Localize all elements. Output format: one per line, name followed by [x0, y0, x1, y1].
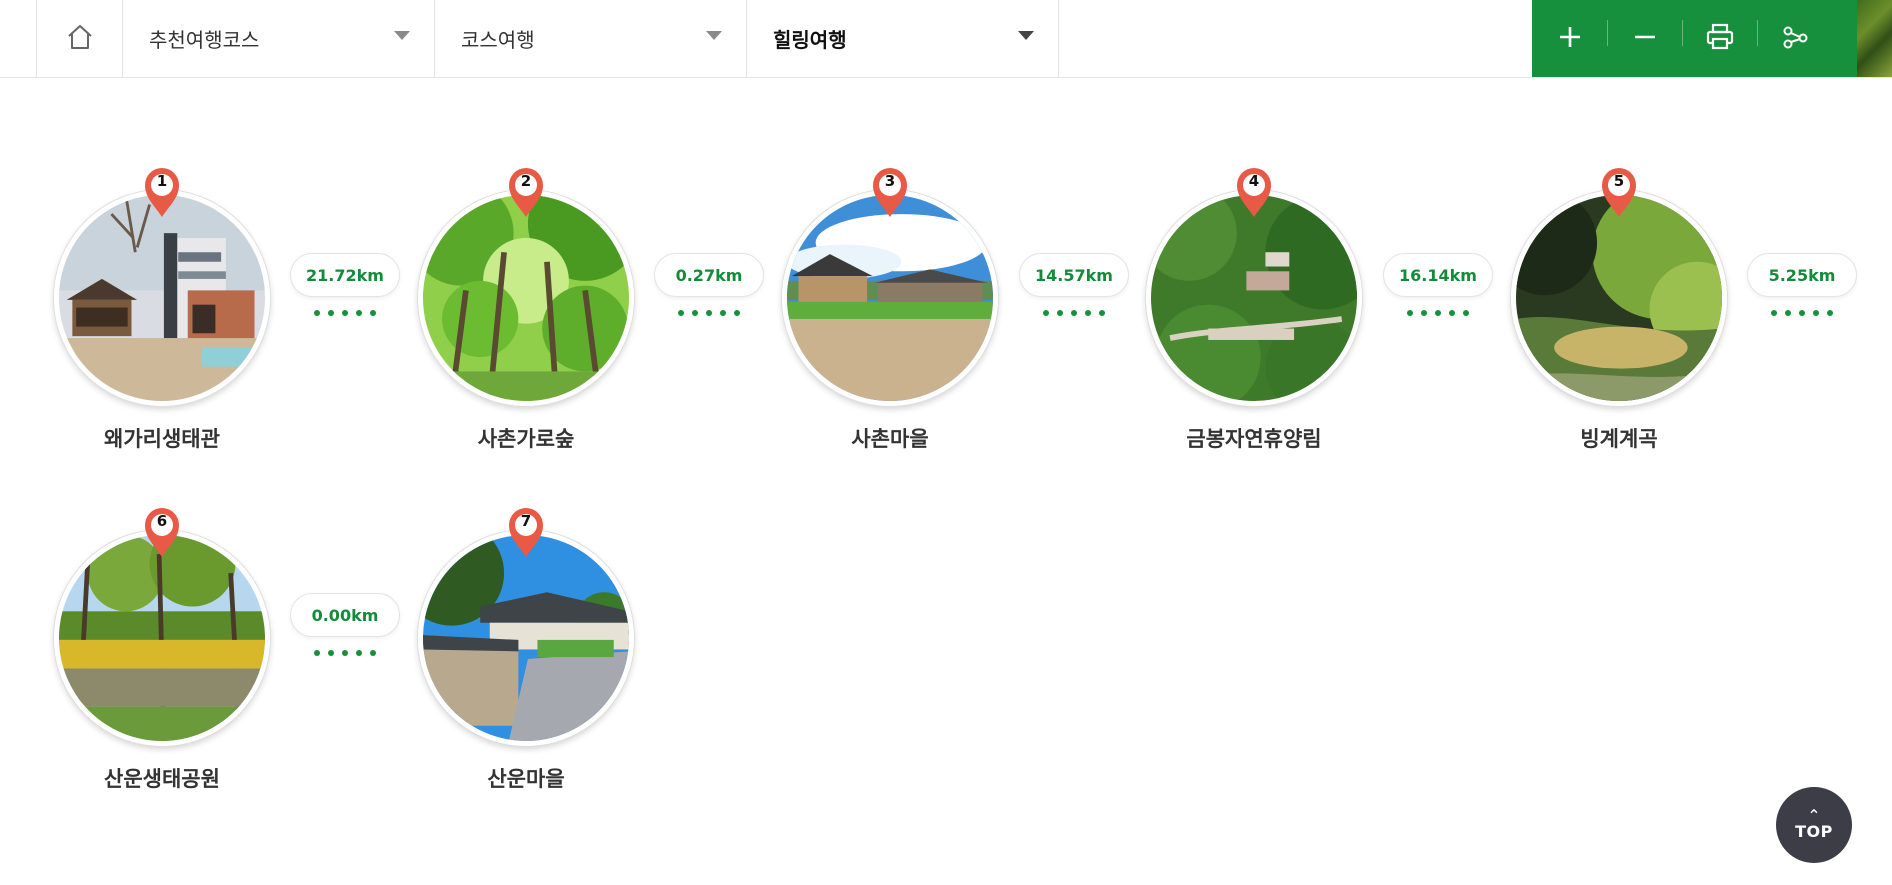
connector-dots: [1019, 310, 1129, 316]
distance-label: 0.00km: [290, 593, 400, 637]
spot-name[interactable]: 사촌가로숲: [406, 423, 646, 453]
marker-pin-icon: 2: [507, 166, 545, 218]
theme-dropdown[interactable]: 힐링여행: [747, 0, 1059, 77]
home-icon: [65, 22, 95, 56]
connector-dots: [1747, 310, 1857, 316]
distance-connector: 16.14km: [1383, 253, 1493, 316]
distance-connector: 21.72km: [290, 253, 400, 316]
distance-label: 0.27km: [654, 253, 764, 297]
category-dropdown[interactable]: 추천여행코스: [123, 0, 435, 77]
spot-number: 4: [1248, 172, 1260, 190]
spot-name[interactable]: 금봉자연휴양림: [1134, 423, 1374, 453]
spot-photo[interactable]: [54, 190, 270, 406]
marker-pin-icon: 6: [143, 506, 181, 558]
marker-pin-icon: 1: [143, 166, 181, 218]
zoom-out-button[interactable]: [1607, 0, 1682, 77]
chevron-down-icon: [1018, 31, 1034, 40]
connector-dots: [290, 650, 400, 656]
course-type-dropdown-label: 코스여행: [461, 28, 535, 52]
distance-connector: 0.27km: [654, 253, 764, 316]
connector-dots: [290, 310, 400, 316]
spot-name[interactable]: 왜가리생태관: [42, 423, 282, 453]
distance-label: 14.57km: [1019, 253, 1129, 297]
spot-photo[interactable]: [418, 530, 634, 746]
minus-icon: [1632, 24, 1658, 54]
zoom-in-button[interactable]: [1532, 0, 1607, 77]
connector-dots: [1383, 310, 1493, 316]
spot-photo[interactable]: [418, 190, 634, 406]
marker-pin-icon: 5: [1600, 166, 1638, 218]
spot-photo[interactable]: [1146, 190, 1362, 406]
chevron-down-icon: [394, 31, 410, 40]
course-type-dropdown[interactable]: 코스여행: [435, 0, 747, 77]
spot-name[interactable]: 빙계계곡: [1499, 423, 1739, 453]
decorative-photo-strip: [1857, 0, 1892, 77]
marker-pin-icon: 4: [1235, 166, 1273, 218]
distance-connector: 14.57km: [1019, 253, 1129, 316]
top-navigation-bar: 추천여행코스 코스여행 힐링여행: [0, 0, 1892, 78]
print-button[interactable]: [1682, 0, 1757, 77]
scroll-to-top-button[interactable]: ⌃ TOP: [1776, 787, 1852, 863]
connector-dots: [654, 310, 764, 316]
share-button[interactable]: [1757, 0, 1832, 77]
spot-photo[interactable]: [1511, 190, 1727, 406]
marker-pin-icon: 7: [507, 506, 545, 558]
spot-name[interactable]: 산운마을: [406, 763, 646, 793]
distance-label: 5.25km: [1747, 253, 1857, 297]
top-button-label: TOP: [1795, 821, 1833, 841]
plus-icon: [1557, 24, 1583, 54]
distance-label: 16.14km: [1383, 253, 1493, 297]
theme-dropdown-label: 힐링여행: [773, 28, 847, 52]
spot-photo[interactable]: [54, 530, 270, 746]
toolbar: [1532, 0, 1857, 77]
share-icon: [1781, 23, 1809, 55]
spot-number: 5: [1613, 172, 1625, 190]
chevron-up-icon: ⌃: [1807, 805, 1821, 825]
marker-pin-icon: 3: [871, 166, 909, 218]
category-dropdown-label: 추천여행코스: [149, 28, 260, 52]
distance-connector: 0.00km: [290, 593, 400, 656]
distance-label: 21.72km: [290, 253, 400, 297]
spot-name[interactable]: 사촌마을: [770, 423, 1010, 453]
spot-number: 6: [156, 512, 168, 530]
distance-connector: 5.25km: [1747, 253, 1857, 316]
spot-number: 1: [156, 172, 168, 190]
spot-number: 2: [520, 172, 532, 190]
chevron-down-icon: [706, 31, 722, 40]
spot-number: 7: [520, 512, 532, 530]
print-icon: [1705, 23, 1735, 55]
spot-photo[interactable]: [782, 190, 998, 406]
home-button[interactable]: [36, 0, 123, 77]
spot-name[interactable]: 산운생태공원: [42, 763, 282, 793]
spot-number: 3: [884, 172, 896, 190]
